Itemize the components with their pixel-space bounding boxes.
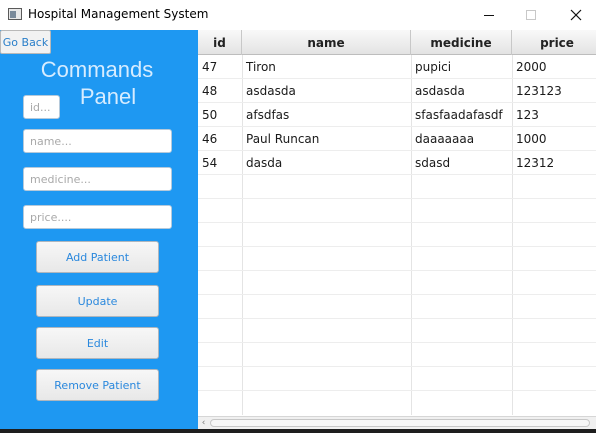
commands-panel: Go Back Commands Panel Add Patient Updat… [0,30,198,429]
scroll-left-icon[interactable]: ‹ [199,418,208,429]
table-cell-price: 12312 [516,156,555,170]
close-icon [570,9,582,21]
minimize-button[interactable] [466,0,512,30]
edit-button[interactable]: Edit [36,327,159,359]
go-back-button[interactable]: Go Back [0,30,51,54]
empty-table-row [198,223,596,247]
empty-table-row [198,295,596,319]
table-row[interactable]: 47 Tiron pupici 2000 [198,55,596,79]
table-cell-id: 50 [202,108,218,122]
table-cell-id: 54 [202,156,218,170]
scrollbar-thumb[interactable] [210,419,590,427]
window-title: Hospital Management System [28,7,209,21]
table-cell-id: 48 [202,84,218,98]
add-patient-button[interactable]: Add Patient [36,241,159,273]
table-row[interactable]: 46 Paul Runcan daaaaaaa 1000 [198,127,596,151]
table-cell-medicine: sdasd [415,156,451,170]
app-window-icon [8,8,22,20]
medicine-field[interactable] [23,167,172,191]
horizontal-scrollbar[interactable]: ‹ [198,416,596,429]
empty-table-row [198,319,596,343]
title-bar: Hospital Management System [0,0,596,30]
table-row[interactable]: 50 afsdfas sfasfaadafasdf 123 [198,103,596,127]
empty-table-row [198,175,596,199]
maximize-icon [526,10,536,20]
table-cell-name: Paul Runcan [246,132,320,146]
table-cell-price: 123123 [516,84,562,98]
price-field[interactable] [23,205,172,229]
column-header-price[interactable]: price [512,30,596,55]
name-field[interactable] [23,129,172,153]
column-header-id[interactable]: id [198,30,242,55]
minimize-icon [484,14,494,16]
table-cell-name: dasda [246,156,283,170]
empty-table-row [198,343,596,367]
table-cell-name: asdasda [246,84,296,98]
table-header: id name medicine price [198,30,596,55]
table-cell-medicine: sfasfaadafasdf [415,108,503,122]
id-field[interactable] [23,95,60,119]
table-cell-name: afsdfas [246,108,290,122]
table-cell-medicine: pupici [415,60,452,74]
table-cell-id: 46 [202,132,218,146]
empty-table-row [198,271,596,295]
table-cell-medicine: asdasda [415,84,465,98]
table-row[interactable]: 54 dasda sdasd 12312 [198,151,596,175]
table-cell-price: 2000 [516,60,547,74]
patients-table: id name medicine price 47 Tiron pupici 2000… [198,30,596,429]
update-button[interactable]: Update [36,285,159,317]
table-cell-id: 47 [202,60,218,74]
panel-title-line1: Commands [40,57,154,82]
remove-patient-button[interactable]: Remove Patient [36,369,159,401]
maximize-button[interactable] [508,0,554,30]
empty-table-row [198,247,596,271]
table-cell-price: 123 [516,108,539,122]
table-cell-medicine: daaaaaaa [415,132,475,146]
empty-table-row [198,367,596,391]
table-row[interactable]: 48 asdasda asdasda 123123 [198,79,596,103]
column-header-name[interactable]: name [242,30,411,55]
empty-table-row [198,199,596,223]
bottom-edge [0,429,596,433]
table-body: 47 Tiron pupici 2000 48 asdasda asdasda 123123 5… [198,55,596,391]
close-button[interactable] [553,0,596,30]
table-cell-name: Tiron [246,60,276,74]
column-header-medicine[interactable]: medicine [411,30,512,55]
table-cell-price: 1000 [516,132,547,146]
